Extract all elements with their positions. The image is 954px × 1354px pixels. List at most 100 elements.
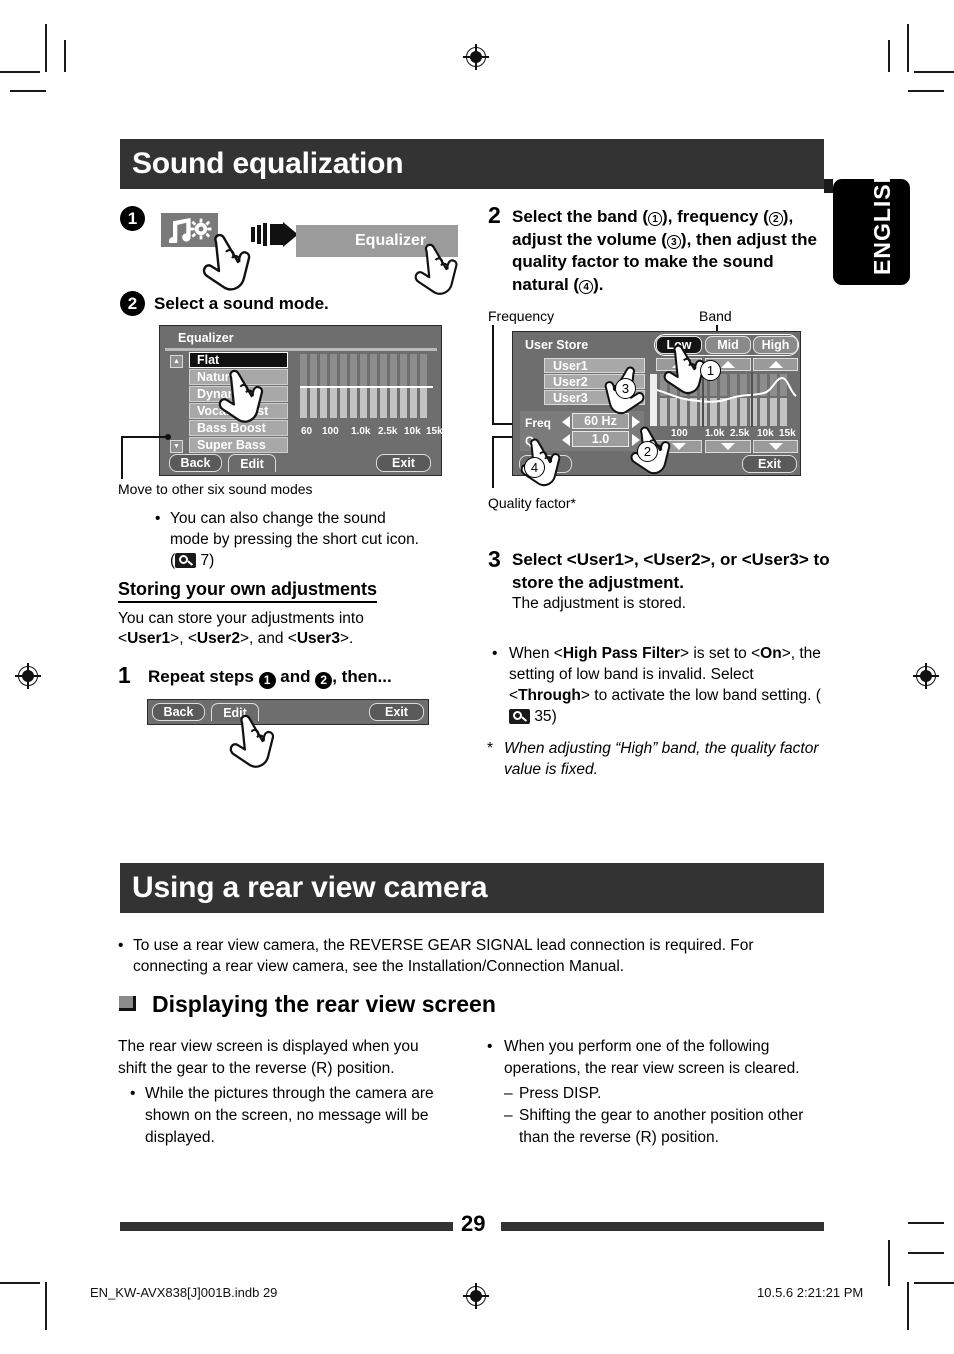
hpf-page: 35 bbox=[534, 708, 552, 725]
callout-frequency-leader-v bbox=[492, 325, 494, 424]
magnifier-reference-icon bbox=[509, 709, 530, 724]
dash-marker: – bbox=[504, 1107, 513, 1124]
mode-label: Super Bass bbox=[197, 438, 266, 452]
marker-circle-3: 3 bbox=[615, 378, 636, 399]
s3-line2: store the adjustment. bbox=[512, 572, 684, 592]
repeat-text-a: Repeat steps bbox=[148, 667, 259, 686]
dash-marker: – bbox=[504, 1085, 513, 1102]
inline-step-badge-1: 1 bbox=[258, 672, 276, 689]
registration-mark-left bbox=[15, 663, 41, 689]
storing-intro-d: >. bbox=[339, 630, 354, 647]
exit-label: Exit bbox=[385, 705, 408, 719]
back-label: Back bbox=[163, 705, 194, 719]
s2-l4a: ( bbox=[573, 274, 580, 294]
s2-l1a: Select the band ( bbox=[512, 207, 649, 226]
footnote-text: When adjusting “High” band, the quality … bbox=[504, 740, 819, 778]
exit-button[interactable]: Exit bbox=[369, 703, 424, 721]
user2-token: User2 bbox=[196, 630, 240, 647]
circled-number-1: 1 bbox=[648, 212, 663, 226]
crop-mark-tr-v bbox=[907, 24, 909, 72]
hpf-h: ) bbox=[551, 708, 557, 725]
step-badge-2: 2 bbox=[120, 291, 145, 316]
mode-label: Flat bbox=[197, 353, 220, 367]
note-shortcut-close: ) bbox=[209, 552, 215, 569]
exit-button[interactable]: Exit bbox=[376, 454, 431, 472]
circled-number-4: 4 bbox=[579, 279, 594, 294]
callout-quality-leader-v bbox=[492, 437, 494, 488]
note-high-pass-filter: • When <High Pass Filter> is set to <On >… bbox=[492, 643, 832, 727]
registration-mark-right bbox=[913, 663, 939, 689]
freq-prev-icon[interactable] bbox=[562, 416, 570, 428]
band-high-button[interactable]: High bbox=[753, 336, 798, 354]
q-value-field[interactable]: 1.0 bbox=[572, 431, 629, 447]
step3-instruction: Select <User1>, <User2>, or <User3> to s… bbox=[512, 549, 832, 594]
step2-instruction-right: Select the band (1), frequency (2), adju… bbox=[512, 206, 832, 296]
rear-camera-dash-1-text: Press DISP. bbox=[519, 1085, 602, 1102]
rear-camera-right-bullet-text: When you perform one of the following op… bbox=[504, 1038, 800, 1077]
crop-mark-br-h3 bbox=[908, 1252, 944, 1254]
callout-quality-factor: Quality factor* bbox=[488, 495, 576, 511]
substep-instruction: Repeat steps 1 and 2, then... bbox=[148, 666, 392, 689]
user-label: User3 bbox=[553, 390, 588, 405]
inline-step-badge-2: 2 bbox=[315, 672, 333, 689]
equalizer-screen-title: Equalizer bbox=[178, 331, 234, 345]
back-button[interactable]: Back bbox=[169, 454, 222, 472]
band-divider bbox=[751, 372, 753, 427]
equalizer-graph bbox=[300, 354, 433, 424]
volume-down-mid-button[interactable] bbox=[705, 440, 751, 453]
hpf-through: Through bbox=[518, 687, 581, 704]
rear-camera-dash-1: – Press DISP. bbox=[504, 1083, 829, 1105]
bullet-dot: • bbox=[118, 937, 124, 954]
crop-mark-bl-h bbox=[0, 1282, 40, 1284]
footer-timestamp: 10.5.6 2:21:21 PM bbox=[757, 1285, 864, 1300]
mode-item-flat[interactable]: Flat bbox=[189, 352, 288, 368]
volume-up-high-button[interactable] bbox=[753, 358, 798, 371]
registration-mark-bottom bbox=[463, 1283, 489, 1309]
rear-camera-intro-text: To use a rear view camera, the REVERSE G… bbox=[133, 937, 754, 975]
section-header-rear-view-camera: Using a rear view camera bbox=[120, 863, 824, 913]
tab-edge-marker bbox=[824, 179, 833, 193]
edit-bar-screen: Back Edit Exit bbox=[147, 699, 429, 725]
exit-button[interactable]: Exit bbox=[742, 455, 797, 473]
freq-tick: 1.0k bbox=[351, 426, 371, 437]
exit-label: Exit bbox=[758, 457, 781, 471]
scroll-up-icon[interactable]: ▲ bbox=[170, 355, 183, 368]
registration-mark-top bbox=[463, 44, 489, 70]
back-button[interactable]: Back bbox=[152, 703, 205, 721]
storing-intro: You can store your adjustments into <Use… bbox=[118, 609, 428, 649]
mode-item-super-bass[interactable]: Super Bass bbox=[189, 437, 288, 453]
step3-result: The adjustment is stored. bbox=[512, 595, 687, 612]
rear-camera-intro-bullet: • To use a rear view camera, the REVERSE… bbox=[118, 935, 824, 977]
s3-u2: User2 bbox=[653, 550, 701, 569]
s3-b: >, < bbox=[624, 550, 654, 569]
freq-tick: 10k bbox=[757, 428, 774, 439]
section-title: Using a rear view camera bbox=[132, 871, 488, 904]
hand-pointer-icon bbox=[215, 368, 277, 431]
edit-button[interactable]: Edit bbox=[228, 454, 276, 472]
hand-pointer-icon bbox=[226, 713, 288, 776]
scroll-down-icon[interactable]: ▼ bbox=[170, 440, 183, 453]
callout-leader-v bbox=[121, 436, 123, 479]
note-shortcut: • You can also change the sound mode by … bbox=[155, 508, 425, 571]
substep-number-1: 1 bbox=[118, 662, 131, 688]
bullet-dot: • bbox=[487, 1038, 493, 1055]
freq-tick: 10k bbox=[404, 426, 421, 437]
s3-u3: User3 bbox=[751, 550, 799, 569]
note-shortcut-page: 7 bbox=[200, 552, 210, 569]
subsection-square-bullet bbox=[119, 996, 136, 1011]
rear-camera-left-para: The rear view screen is displayed when y… bbox=[118, 1038, 419, 1077]
page-number: 29 bbox=[461, 1211, 486, 1236]
edit-label: Edit bbox=[240, 456, 264, 471]
marker-circle-2: 2 bbox=[637, 441, 658, 462]
rear-camera-dash-2: – Shifting the gear to another position … bbox=[504, 1105, 834, 1149]
rear-camera-subheading: Displaying the rear view screen bbox=[152, 991, 496, 1017]
crop-mark-br-h2 bbox=[908, 1222, 944, 1224]
step2-instruction: Select a sound mode. bbox=[154, 294, 329, 313]
rear-camera-left-bullet: • While the pictures through the camera … bbox=[130, 1083, 455, 1149]
footer-rule-left bbox=[120, 1222, 453, 1231]
crop-mark-tl-v bbox=[45, 24, 47, 72]
volume-down-high-button[interactable] bbox=[753, 440, 798, 453]
bullet-dot: • bbox=[492, 645, 498, 662]
crop-mark-tr-h2 bbox=[908, 90, 944, 92]
footer-rule-right bbox=[501, 1222, 824, 1231]
